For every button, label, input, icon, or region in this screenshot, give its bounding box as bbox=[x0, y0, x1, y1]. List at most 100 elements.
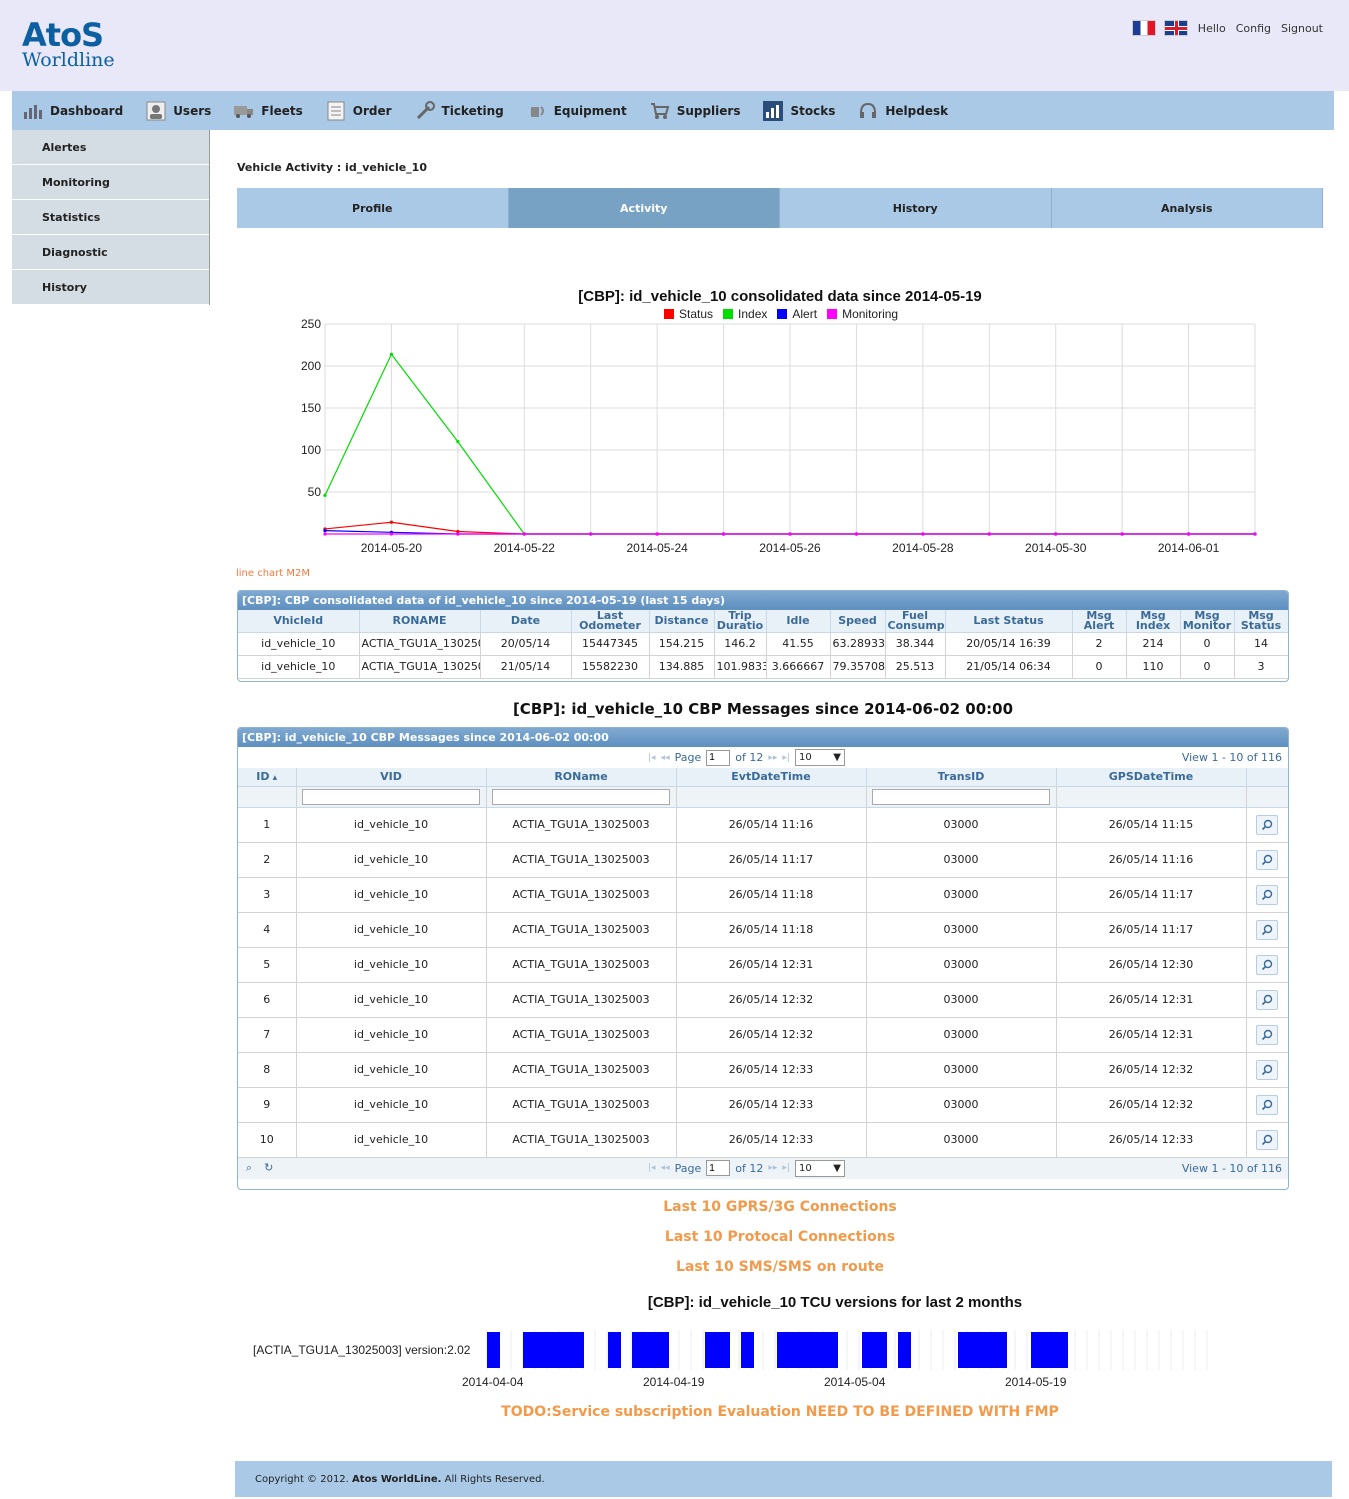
nav-fleets[interactable]: Fleets bbox=[233, 100, 303, 122]
protocol-connections-link[interactable]: Last 10 Protocal Connections bbox=[237, 1229, 1323, 1245]
tab-activity[interactable]: Activity bbox=[508, 188, 780, 228]
config-link[interactable]: Config bbox=[1236, 22, 1271, 35]
column-header[interactable]: Msg Monitor bbox=[1180, 610, 1235, 633]
tab-analysis[interactable]: Analysis bbox=[1051, 188, 1323, 228]
signout-link[interactable]: Signout bbox=[1281, 22, 1323, 35]
table-row[interactable]: 2 id_vehicle_10 ACTIA_TGU1A_13025003 26/05/… bbox=[238, 842, 1288, 878]
view-details-button[interactable] bbox=[1256, 919, 1278, 940]
view-details-button[interactable] bbox=[1256, 849, 1278, 870]
prev-page-icon[interactable]: ◂◂ bbox=[661, 1163, 670, 1173]
last-page-icon[interactable]: ▸| bbox=[782, 1163, 790, 1173]
magnifier-icon bbox=[1261, 889, 1273, 900]
tcu-version-bar bbox=[862, 1332, 887, 1368]
table-row[interactable]: 4 id_vehicle_10 ACTIA_TGU1A_13025003 26/05/… bbox=[238, 912, 1288, 948]
messages-grid: [CBP]: id_vehicle_10 CBP Messages since … bbox=[237, 727, 1289, 1190]
view-details-button[interactable] bbox=[1256, 1059, 1278, 1080]
sidebar-item-diagnostic[interactable]: Diagnostic bbox=[12, 235, 209, 270]
column-header[interactable]: TransID bbox=[866, 768, 1057, 787]
tab-history[interactable]: History bbox=[780, 188, 1052, 228]
vid-filter-input[interactable] bbox=[302, 788, 480, 805]
column-header[interactable]: ROName bbox=[486, 768, 677, 787]
nav-stocks[interactable]: Stocks bbox=[762, 100, 835, 122]
first-page-icon[interactable]: |◂ bbox=[648, 753, 656, 763]
column-header[interactable]: Last Status bbox=[945, 610, 1073, 633]
sidebar-item-statistics[interactable]: Statistics bbox=[12, 200, 209, 235]
nav-suppliers[interactable]: Suppliers bbox=[649, 100, 740, 122]
column-header[interactable]: Msg Status bbox=[1234, 610, 1288, 633]
column-header-label: ROName bbox=[554, 770, 608, 784]
table-row[interactable]: 9 id_vehicle_10 ACTIA_TGU1A_13025003 26/05/… bbox=[238, 1087, 1288, 1123]
nav-dashboard[interactable]: Dashboard bbox=[22, 100, 123, 122]
uk-flag-icon[interactable] bbox=[1163, 20, 1188, 36]
sidebar-item-history[interactable]: History bbox=[12, 270, 209, 305]
tab-profile[interactable]: Profile bbox=[237, 188, 509, 228]
next-page-icon[interactable]: ▸▸ bbox=[768, 1163, 777, 1173]
column-header[interactable]: Distance bbox=[649, 610, 715, 633]
table-row[interactable]: 5 id_vehicle_10 ACTIA_TGU1A_13025003 26/05/… bbox=[238, 947, 1288, 983]
nav-helpdesk[interactable]: Helpdesk bbox=[857, 100, 948, 122]
column-header[interactable]: Trip Duratio bbox=[714, 610, 767, 633]
table-row[interactable]: 1 id_vehicle_10 ACTIA_TGU1A_13025003 26/05/… bbox=[238, 807, 1288, 843]
next-page-icon[interactable]: ▸▸ bbox=[768, 753, 777, 763]
transid-filter-input[interactable] bbox=[872, 788, 1050, 805]
nav-ticketing[interactable]: Ticketing bbox=[414, 100, 504, 122]
table-row[interactable]: 3 id_vehicle_10 ACTIA_TGU1A_13025003 26/05/… bbox=[238, 877, 1288, 913]
column-header[interactable]: Fuel Consump bbox=[885, 610, 946, 633]
view-details-button[interactable] bbox=[1256, 1024, 1278, 1045]
filter-cell-evtdatetime bbox=[676, 786, 867, 808]
table-row[interactable]: id_vehicle_10ACTIA_TGU1A_1302500320/05/1… bbox=[238, 632, 1288, 656]
refresh-icon[interactable]: ↻ bbox=[264, 1161, 273, 1175]
users-icon bbox=[145, 100, 167, 122]
sidebar-item-monitoring[interactable]: Monitoring bbox=[12, 165, 209, 200]
french-flag-icon[interactable] bbox=[1131, 20, 1156, 36]
nav-users[interactable]: Users bbox=[145, 100, 211, 122]
table-cell: ACTIA_TGU1A_13025003 bbox=[486, 1122, 677, 1158]
action-cell bbox=[1246, 1087, 1288, 1123]
table-cell: 26/05/14 12:32 bbox=[676, 1017, 867, 1053]
table-row[interactable]: id_vehicle_10ACTIA_TGU1A_1302500321/05/1… bbox=[238, 655, 1288, 679]
column-header[interactable]: VhicleId bbox=[238, 610, 360, 633]
view-details-button[interactable] bbox=[1256, 1094, 1278, 1115]
column-header[interactable]: Speed bbox=[830, 610, 886, 633]
rows-per-page-select[interactable]: 10 ▼ bbox=[794, 1159, 845, 1177]
column-header[interactable]: Msg Alert bbox=[1072, 610, 1127, 633]
search-icon[interactable]: ⌕ bbox=[246, 1161, 252, 1175]
sidebar-item-alertes[interactable]: Alertes bbox=[12, 130, 209, 165]
view-details-button[interactable] bbox=[1256, 1129, 1278, 1150]
sms-link[interactable]: Last 10 SMS/SMS on route bbox=[237, 1259, 1323, 1275]
column-header[interactable]: GPSDateTime bbox=[1056, 768, 1247, 787]
view-details-button[interactable] bbox=[1256, 884, 1278, 905]
table-row[interactable]: 10 id_vehicle_10 ACTIA_TGU1A_13025003 26/05… bbox=[238, 1122, 1288, 1158]
action-cell bbox=[1246, 947, 1288, 983]
column-header[interactable]: Date bbox=[480, 610, 572, 633]
prev-page-icon[interactable]: ◂◂ bbox=[661, 753, 670, 763]
column-header[interactable]: Idle bbox=[766, 610, 831, 633]
rows-per-page-select[interactable]: 10 ▼ bbox=[794, 749, 845, 766]
column-header[interactable]: Msg Index bbox=[1126, 610, 1181, 633]
column-header[interactable]: VID bbox=[296, 768, 487, 787]
column-header-label: ID bbox=[256, 770, 270, 784]
page-number-input[interactable] bbox=[706, 1160, 731, 1176]
view-details-button[interactable] bbox=[1256, 989, 1278, 1010]
page-number-input[interactable] bbox=[706, 749, 731, 766]
column-header[interactable]: EvtDateTime bbox=[676, 768, 867, 787]
table-row[interactable]: 6 id_vehicle_10 ACTIA_TGU1A_13025003 26/05/… bbox=[238, 982, 1288, 1018]
table-row[interactable]: 7 id_vehicle_10 ACTIA_TGU1A_13025003 26/05/… bbox=[238, 1017, 1288, 1053]
gprs-connections-link[interactable]: Last 10 GPRS/3G Connections bbox=[237, 1199, 1323, 1215]
column-header[interactable]: RONAME bbox=[359, 610, 481, 633]
view-details-button[interactable] bbox=[1256, 954, 1278, 975]
view-details-button[interactable] bbox=[1256, 814, 1278, 835]
last-page-icon[interactable]: ▸| bbox=[782, 753, 790, 763]
nav-equipment[interactable]: Equipment bbox=[526, 100, 627, 122]
nav-order[interactable]: Order bbox=[325, 100, 392, 122]
top-right-menu: Hello Config Signout bbox=[1131, 20, 1323, 36]
column-header-label: GPSDateTime bbox=[1108, 770, 1194, 784]
first-page-icon[interactable]: |◂ bbox=[648, 1163, 656, 1173]
table-row[interactable]: 8 id_vehicle_10 ACTIA_TGU1A_13025003 26/05/… bbox=[238, 1052, 1288, 1088]
table-cell: 0 bbox=[1072, 655, 1127, 679]
roname-filter-input[interactable] bbox=[492, 788, 670, 805]
hello-link[interactable]: Hello bbox=[1198, 22, 1226, 35]
column-header[interactable]: Last Odometer bbox=[571, 610, 650, 633]
atos-worldline-logo[interactable]: AtoS Worldline bbox=[22, 18, 122, 70]
column-header[interactable]: ID ▴ bbox=[238, 768, 297, 787]
